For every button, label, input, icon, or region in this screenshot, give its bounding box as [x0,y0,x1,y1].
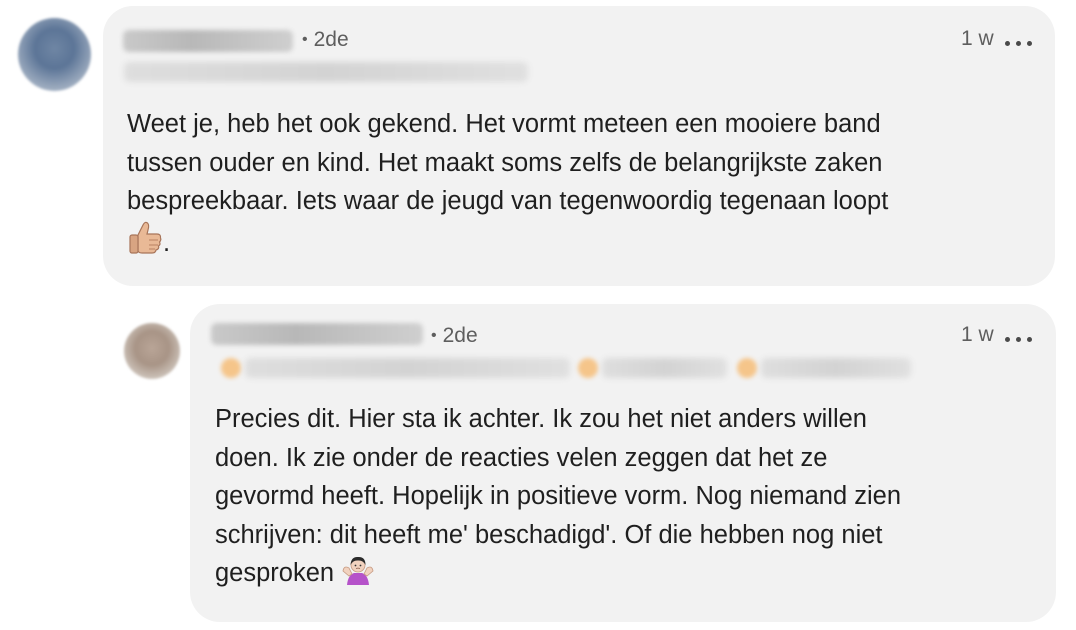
comment-2-more-options-icon[interactable] [1005,336,1035,344]
comment-2-avatar[interactable] [124,323,180,379]
comment-1-text: Weet je, heb het ook gekend. Het vormt m… [127,105,888,266]
comment-2-author-headline-redacted [761,358,911,378]
comment-2-connection-degree: • 2de [431,324,478,347]
comment-2-author-headline-redacted [602,358,727,378]
comment-2-text: Precies dit. Hier sta ik achter. Ik zou … [215,400,901,597]
comment-1-connection-degree: • 2de [302,28,349,51]
comment-2-author-headline-redacted [245,358,570,378]
comment-2-timestamp: 1 w [961,323,994,346]
comment-2-headline-badge-icon [737,358,757,378]
comment-1-author-name-redacted[interactable] [123,30,293,52]
comment-1-timestamp: 1 w [961,27,994,50]
shrug-icon [341,555,375,597]
comment-2-headline-badge-icon [578,358,598,378]
comment-2-headline-badge-icon [221,358,241,378]
comment-1-more-options-icon[interactable] [1005,40,1035,48]
comment-2-author-name-redacted[interactable] [211,323,423,345]
comment-1-avatar[interactable] [18,18,91,91]
thumbs-up-icon [127,221,163,267]
comment-1-author-headline-redacted [124,62,528,82]
